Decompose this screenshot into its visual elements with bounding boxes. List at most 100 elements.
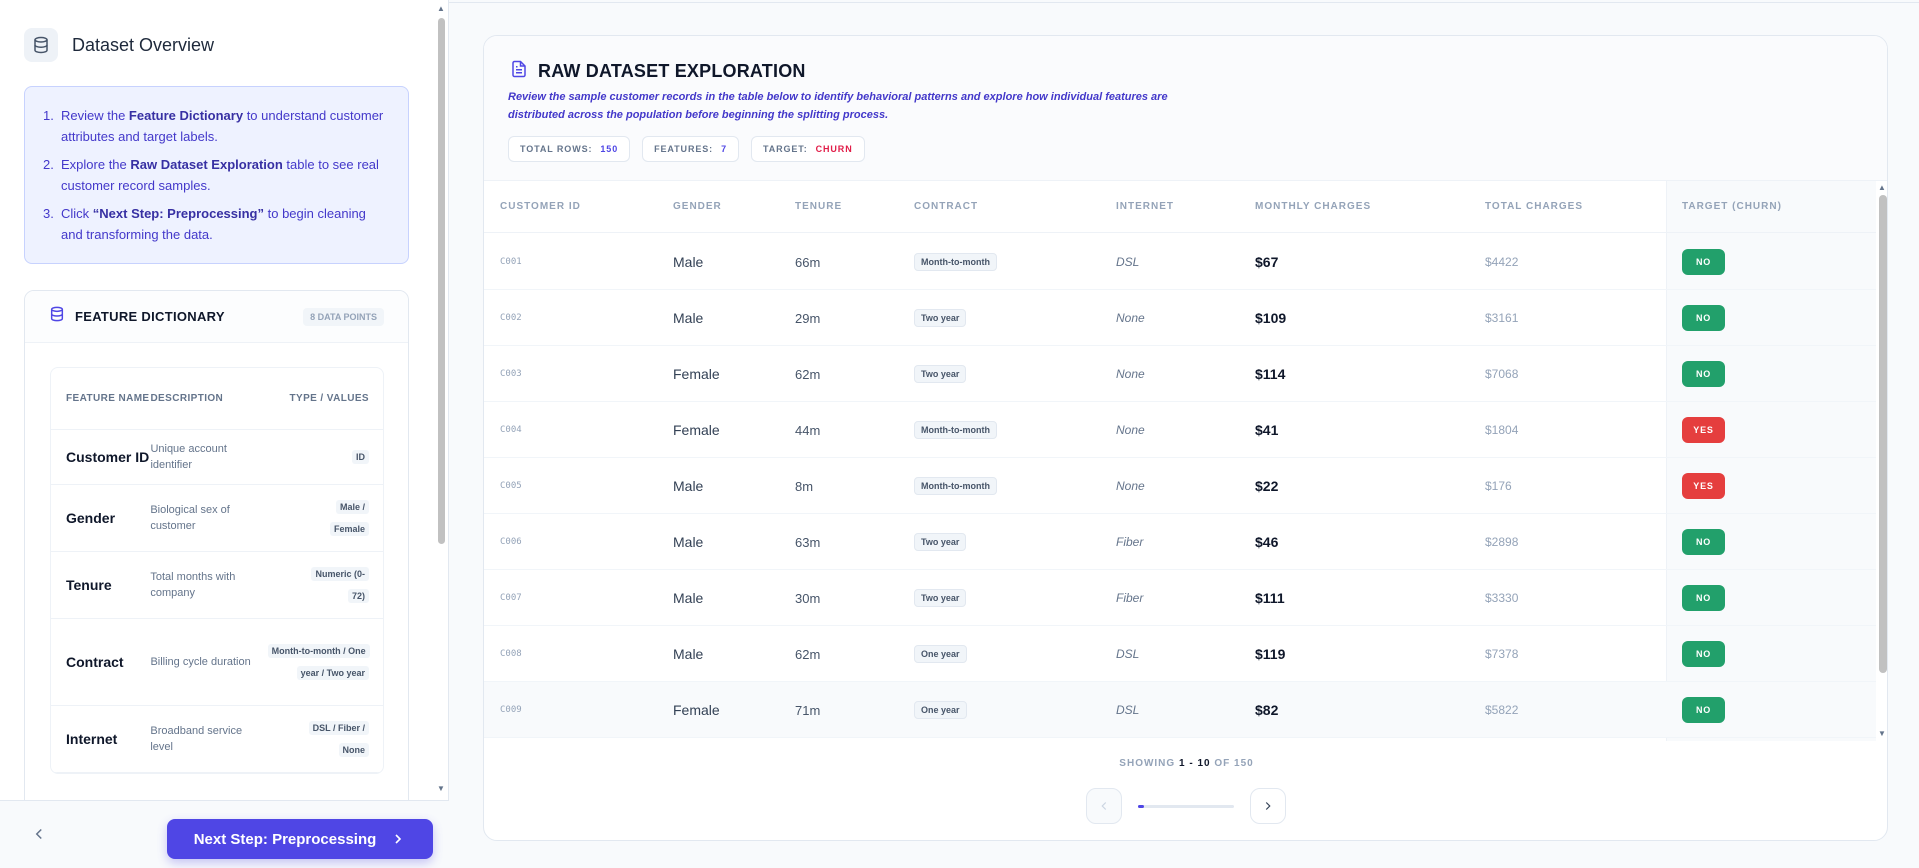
churn-badge: NO (1682, 585, 1725, 611)
database-icon (49, 306, 65, 327)
scroll-down-arrow-icon[interactable]: ▼ (1878, 729, 1886, 739)
feature-name: Contract (66, 653, 124, 670)
table-row[interactable]: C009 Female 71m One year DSL $82 $5822 NO (484, 682, 1876, 738)
monthly-charges-cell: $41 (1255, 422, 1279, 438)
instructions-box: 1. Review the Feature Dictionary to unde… (24, 86, 409, 264)
customer-id-cell: C002 (500, 313, 522, 323)
table-row[interactable]: C001 Male 66m Month-to-month DSL $67 $4422 NO (484, 234, 1876, 290)
monthly-charges-cell: $22 (1255, 478, 1279, 494)
back-button[interactable] (30, 825, 50, 845)
previous-page-button[interactable] (1086, 788, 1122, 824)
feature-type-tag: Numeric (0-72) (311, 567, 369, 603)
churn-badge: NO (1682, 249, 1725, 275)
internet-cell: None (1116, 479, 1145, 493)
card-title-row: RAW DATASET EXPLORATION (510, 60, 806, 83)
scrollbar-thumb[interactable] (438, 18, 445, 544)
table-row: Tenure Total months with company Numeric… (51, 552, 383, 619)
page-progress-fill (1138, 805, 1145, 808)
column-header: GENDER (673, 201, 722, 212)
column-header: TARGET (CHURN) (1682, 201, 1782, 212)
file-text-icon (510, 60, 528, 83)
feature-dictionary-table: FEATURE NAME DESCRIPTION TYPE / VALUES C… (50, 367, 384, 774)
sidebar-scrollbar[interactable]: ▲ ▼ (436, 4, 446, 794)
gender-cell: Male (673, 534, 704, 550)
feature-dictionary-title: FEATURE DICTIONARY (75, 309, 225, 324)
column-header: DESCRIPTION (150, 392, 224, 404)
monthly-charges-cell: $114 (1255, 366, 1286, 382)
chevron-left-icon (1101, 802, 1107, 810)
churn-badge: NO (1682, 361, 1725, 387)
customer-id-cell: C005 (500, 481, 522, 491)
instruction-step: 2. Explore the Raw Dataset Exploration t… (43, 157, 379, 193)
tenure-cell: 71m (795, 702, 821, 718)
column-header: TENURE (795, 201, 843, 212)
total-charges-cell: $3330 (1485, 591, 1519, 605)
next-step-button[interactable]: Next Step: Preprocessing (167, 819, 433, 859)
feature-name: Tenure (66, 576, 112, 593)
next-page-button[interactable] (1250, 788, 1286, 824)
churn-badge: NO (1682, 641, 1725, 667)
monthly-charges-cell: $67 (1255, 254, 1279, 270)
total-rows-chip: TOTAL ROWS: 150 (508, 136, 631, 162)
table-row[interactable]: C004 Female 44m Month-to-month None $41 $1804 Y… (484, 402, 1876, 458)
contract-tag: Two year (914, 533, 967, 551)
table-row[interactable]: C007 Male 30m Two year Fiber $111 $3330 NO (484, 570, 1876, 626)
monthly-charges-cell: $109 (1255, 310, 1287, 326)
tenure-cell: 44m (795, 422, 821, 438)
customer-id-cell: C007 (500, 593, 522, 603)
internet-cell: Fiber (1116, 535, 1144, 549)
gender-cell: Female (673, 422, 720, 438)
next-step-label: Next Step: Preprocessing (193, 830, 377, 848)
contract-tag: Two year (914, 309, 967, 327)
table-row[interactable]: C005 Male 8m Month-to-month None $22 $176 YES (484, 458, 1876, 514)
internet-cell: None (1116, 423, 1145, 437)
stats-chips: TOTAL ROWS: 150 FEATURES: 7 TARGET: CHURN (508, 136, 877, 162)
table-row[interactable]: C003 Female 62m Two year None $114 $7068 NO (484, 346, 1876, 402)
feature-description: Unique account identifier (150, 443, 227, 471)
total-charges-cell: $2898 (1485, 535, 1519, 549)
scroll-down-arrow-icon[interactable]: ▼ (437, 784, 445, 794)
dataset-table[interactable]: CUSTOMER ID GENDER TENURE CONTRACT INTER… (484, 181, 1887, 741)
pagination-summary: SHOWING 1 - 10 OF 150 (1119, 758, 1254, 769)
customer-id-cell: C003 (500, 369, 522, 379)
internet-cell: DSL (1116, 647, 1140, 661)
gender-cell: Male (673, 254, 704, 270)
scrollbar-thumb[interactable] (1879, 195, 1887, 673)
page-progress-track (1138, 805, 1234, 808)
internet-cell: DSL (1116, 703, 1140, 717)
table-row[interactable]: C008 Male 62m One year DSL $119 $7378 NO (484, 626, 1876, 682)
scroll-up-arrow-icon[interactable]: ▲ (437, 4, 445, 14)
customer-id-cell: C004 (500, 425, 522, 435)
table-row[interactable]: C006 Male 63m Two year Fiber $46 $2898 NO (484, 514, 1876, 570)
feature-name: Customer ID (66, 448, 150, 465)
internet-cell: Fiber (1116, 591, 1144, 605)
contract-tag: Two year (914, 589, 967, 607)
total-charges-cell: $176 (1485, 479, 1512, 493)
internet-cell: DSL (1116, 255, 1140, 269)
total-charges-cell: $4422 (1485, 255, 1519, 269)
database-icon (24, 28, 58, 62)
churn-badge: NO (1682, 697, 1725, 723)
table-row: Internet Broadband service level DSL / F… (51, 706, 383, 773)
table-row: Contract Billing cycle duration Month-to… (51, 619, 383, 706)
chevron-right-icon (395, 834, 402, 844)
table-header-row: CUSTOMER ID GENDER TENURE CONTRACT INTER… (484, 181, 1876, 233)
feature-type-tag: Month-to-month / One year / Two year (267, 644, 370, 680)
feature-dictionary-header: FEATURE DICTIONARY 8 DATA POINTS (25, 291, 408, 343)
monthly-charges-cell: $119 (1255, 646, 1286, 662)
tenure-cell: 62m (795, 646, 821, 662)
sidebar-scroll-area[interactable]: Dataset Overview 1. Review the Feature D… (0, 0, 449, 800)
scroll-up-arrow-icon[interactable]: ▲ (1878, 183, 1886, 193)
gender-cell: Female (673, 366, 720, 382)
feature-description: Broadband service level (150, 725, 243, 753)
tenure-cell: 66m (795, 254, 821, 270)
tenure-cell: 63m (795, 534, 821, 550)
table-row[interactable]: C002 Male 29m Two year None $109 $3161 NO (484, 290, 1876, 346)
customer-id-cell: C008 (500, 649, 522, 659)
contract-tag: One year (914, 645, 967, 663)
chevron-right-icon (1265, 802, 1271, 810)
table-scrollbar[interactable]: ▲ ▼ (1876, 181, 1887, 741)
column-header: FEATURE NAME (66, 392, 150, 404)
internet-cell: None (1116, 311, 1145, 325)
pagination-controls (1086, 788, 1286, 824)
